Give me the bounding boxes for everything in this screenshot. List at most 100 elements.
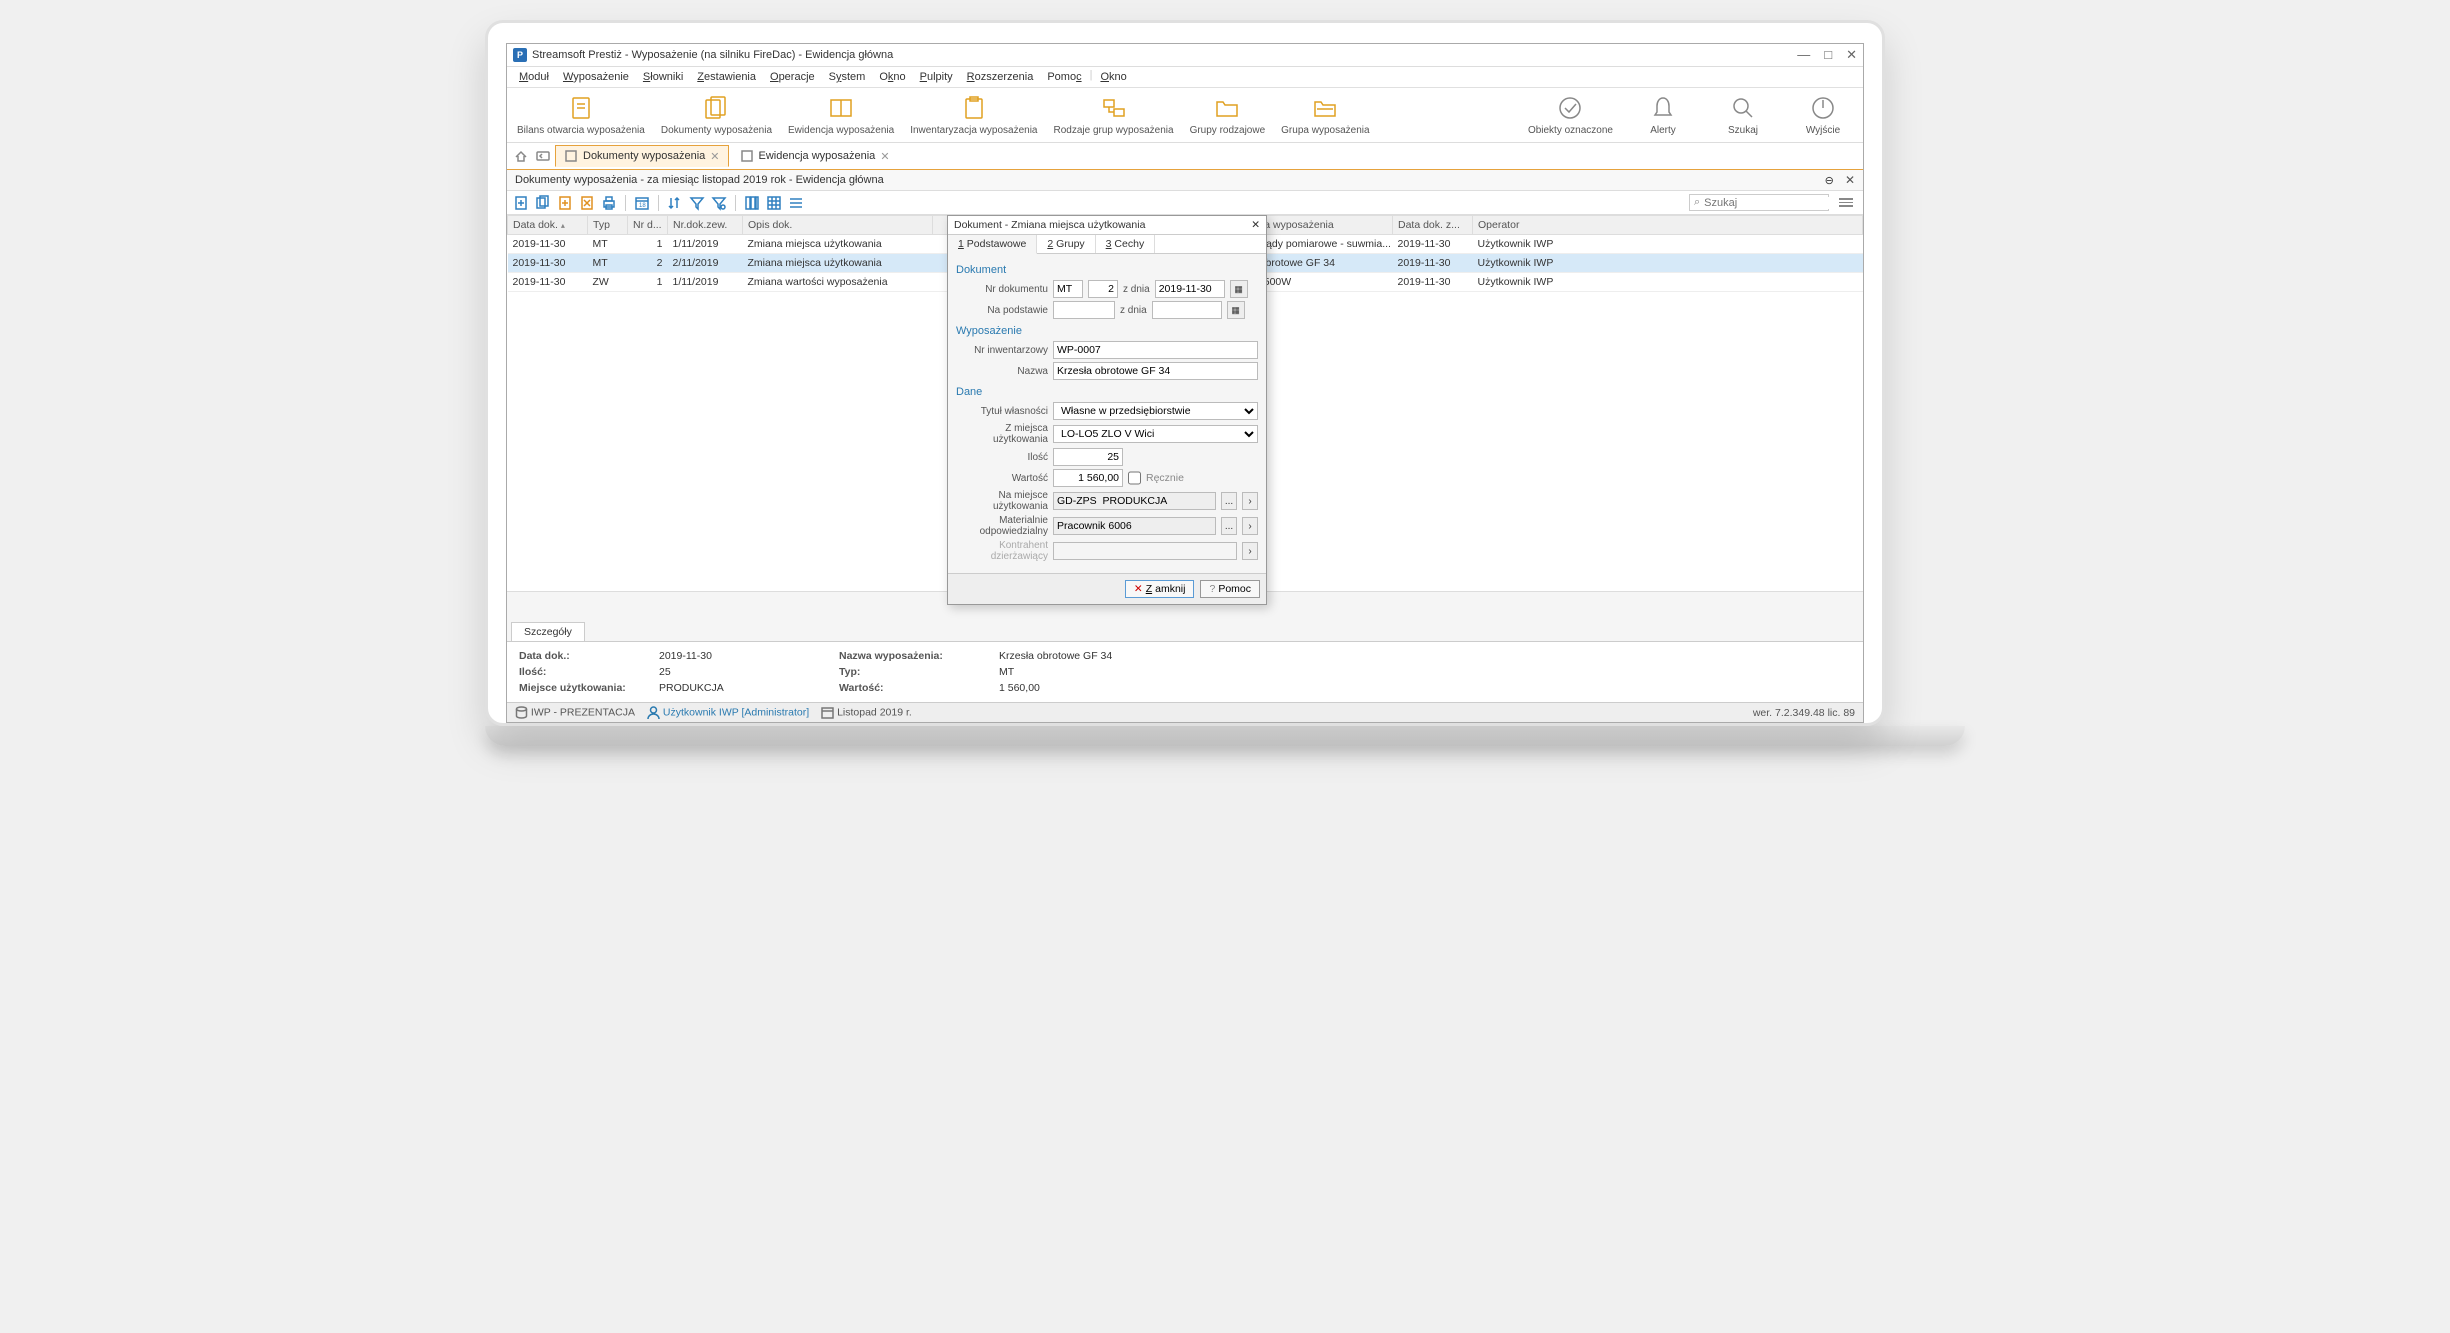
nav-back-icon[interactable] [533, 146, 553, 166]
menu-okno[interactable]: Okno [873, 69, 911, 85]
search-input[interactable] [1704, 197, 1846, 209]
status-period: Listopad 2019 r. [837, 706, 912, 718]
input-kontrahent [1053, 542, 1237, 560]
tab-icon [564, 149, 578, 163]
label-na-podstawie: Na podstawie [956, 305, 1048, 316]
col-operator[interactable]: Operator [1473, 216, 1863, 235]
ribbon-grupy-rodzajowe[interactable]: Grupy rodzajowe [1190, 94, 1266, 136]
list-icon[interactable] [788, 195, 804, 211]
close-tab-icon[interactable]: ✕ [880, 150, 889, 163]
dialog-tab-podstawowe[interactable]: 1 1 PodstawowePodstawowe [948, 235, 1037, 254]
minimize-button[interactable]: — [1797, 47, 1810, 63]
user-icon [647, 706, 660, 719]
menu-zestawienia[interactable]: Zestawienia [691, 69, 762, 85]
input-nr-inw[interactable] [1053, 341, 1258, 359]
dialog-tab-cechy[interactable]: 3 Cechy [1096, 235, 1156, 253]
columns-icon[interactable] [744, 195, 760, 211]
document-dialog: Dokument - Zmiana miejsca użytkowania ✕ … [947, 215, 1267, 605]
checkbox-recznie[interactable] [1128, 469, 1141, 487]
input-z-dnia[interactable] [1155, 280, 1225, 298]
ribbon-szukaj[interactable]: Szukaj [1713, 94, 1773, 136]
svg-text:18: 18 [639, 203, 646, 209]
input-na-podstawie[interactable] [1053, 301, 1115, 319]
doctab-ewidencja[interactable]: Ewidencja wyposażenia ✕ [731, 145, 899, 167]
menu-slowniki[interactable]: Słowniki [637, 69, 689, 85]
calendar-button[interactable]: ▦ [1230, 280, 1248, 298]
menu-system[interactable]: System [823, 69, 872, 85]
sort-icon[interactable] [667, 195, 683, 211]
input-nr-typ[interactable] [1053, 280, 1083, 298]
input-ilosc[interactable] [1053, 448, 1123, 466]
ribbon-obiekty[interactable]: Obiekty oznaczone [1528, 94, 1613, 136]
menu-pomoc[interactable]: Pomoc [1041, 69, 1087, 85]
close-window-button[interactable]: ✕ [1846, 47, 1857, 63]
col-nrdz[interactable]: Nr.dok.zew. [668, 216, 743, 235]
dialog-close-icon[interactable]: ✕ [1251, 219, 1260, 231]
menu-modul[interactable]: Moduł [513, 69, 555, 85]
more-button[interactable]: › [1242, 517, 1258, 535]
col-typ[interactable]: Typ [588, 216, 628, 235]
input-na-miejsce[interactable] [1053, 492, 1216, 510]
filter2-icon[interactable] [711, 195, 727, 211]
menu-icon[interactable] [1835, 194, 1857, 211]
calendar-button[interactable]: ▦ [1227, 301, 1245, 319]
calendar-icon[interactable]: 18 [634, 195, 650, 211]
ribbon-bilans[interactable]: Bilans otwarcia wyposażenia [517, 94, 645, 136]
search-box[interactable]: ⌕ [1689, 194, 1829, 211]
grid-icon[interactable] [766, 195, 782, 211]
input-odpowiedzialny[interactable] [1053, 517, 1216, 535]
tab-icon [740, 149, 754, 163]
maximize-button[interactable]: □ [1824, 47, 1832, 63]
copy-doc-icon[interactable] [535, 195, 551, 211]
label-kontrahent: Kontrahent dzierżawiący [956, 540, 1048, 562]
input-nazwa[interactable] [1053, 362, 1258, 380]
menu-rozszerzenia[interactable]: Rozszerzenia [961, 69, 1040, 85]
doctab-dokumenty[interactable]: Dokumenty wyposażenia ✕ [555, 145, 729, 167]
more-button[interactable]: › [1242, 492, 1258, 510]
close-icon[interactable]: ✕ [1845, 173, 1855, 187]
section-dane: Dane [956, 386, 1258, 398]
input-wartosc[interactable] [1053, 469, 1123, 487]
menu-pulpity[interactable]: Pulpity [914, 69, 959, 85]
menu-okno2[interactable]: Okno [1094, 69, 1132, 85]
col-nrd[interactable]: Nr d... [628, 216, 668, 235]
menu-operacje[interactable]: Operacje [764, 69, 821, 85]
col-opis[interactable]: Opis dok. [743, 216, 933, 235]
select-tytul[interactable]: Własne w przedsiębiorstwie [1053, 402, 1258, 420]
toolbar: 18 ⌕ [507, 191, 1863, 215]
status-user: Użytkownik IWP [Administrator] [663, 706, 809, 718]
menu-wyposazenie[interactable]: Wyposażenie [557, 69, 635, 85]
input-z-dnia2[interactable] [1152, 301, 1222, 319]
col-dataz[interactable]: Data dok. z... [1393, 216, 1473, 235]
breadcrumb-bar: Dokumenty wyposażenia - za miesiąc listo… [507, 170, 1863, 191]
ribbon-inwentaryzacja[interactable]: Inwentaryzacja wyposażenia [910, 94, 1037, 136]
lookup-button[interactable]: ... [1221, 517, 1237, 535]
col-data-dok[interactable]: Data dok. ▴ [508, 216, 588, 235]
bell-icon [1649, 94, 1677, 122]
dialog-tab-grupy[interactable]: 2 Grupy [1037, 235, 1095, 253]
delete-icon[interactable] [579, 195, 595, 211]
close-tab-icon[interactable]: ✕ [710, 150, 719, 163]
export-icon[interactable] [557, 195, 573, 211]
more-button[interactable]: › [1242, 542, 1258, 560]
print-icon[interactable] [601, 195, 617, 211]
ribbon-ewidencja[interactable]: Ewidencja wyposażenia [788, 94, 894, 136]
close-button[interactable]: ✕ Zamknij [1125, 580, 1195, 598]
home-icon[interactable] [511, 146, 531, 166]
ribbon-rodzaje-grup[interactable]: Rodzaje grup wyposażenia [1053, 94, 1173, 136]
lookup-button[interactable]: ... [1221, 492, 1237, 510]
input-nr-nr[interactable] [1088, 280, 1118, 298]
select-z-miejsca[interactable]: LO-LO5 ZLO V Wici [1053, 425, 1258, 443]
ribbon-wyjscie[interactable]: Wyjście [1793, 94, 1853, 136]
calendar-small-icon [821, 706, 834, 719]
ribbon-dokumenty[interactable]: Dokumenty wyposażenia [661, 94, 772, 136]
new-doc-icon[interactable] [513, 195, 529, 211]
details-tab[interactable]: Szczegóły [511, 622, 585, 641]
help-button[interactable]: ? Pomoc [1200, 580, 1260, 598]
filter-icon[interactable] [689, 195, 705, 211]
ribbon-alerty[interactable]: Alerty [1633, 94, 1693, 136]
ribbon-grupa-wyposazenia[interactable]: Grupa wyposażenia [1281, 94, 1369, 136]
window-title: Streamsoft Prestiż - Wyposażenie (na sil… [532, 49, 893, 61]
document-tabs: Dokumenty wyposażenia ✕ Ewidencja wyposa… [507, 143, 1863, 170]
pin-icon[interactable]: ⊖ [1825, 175, 1834, 187]
